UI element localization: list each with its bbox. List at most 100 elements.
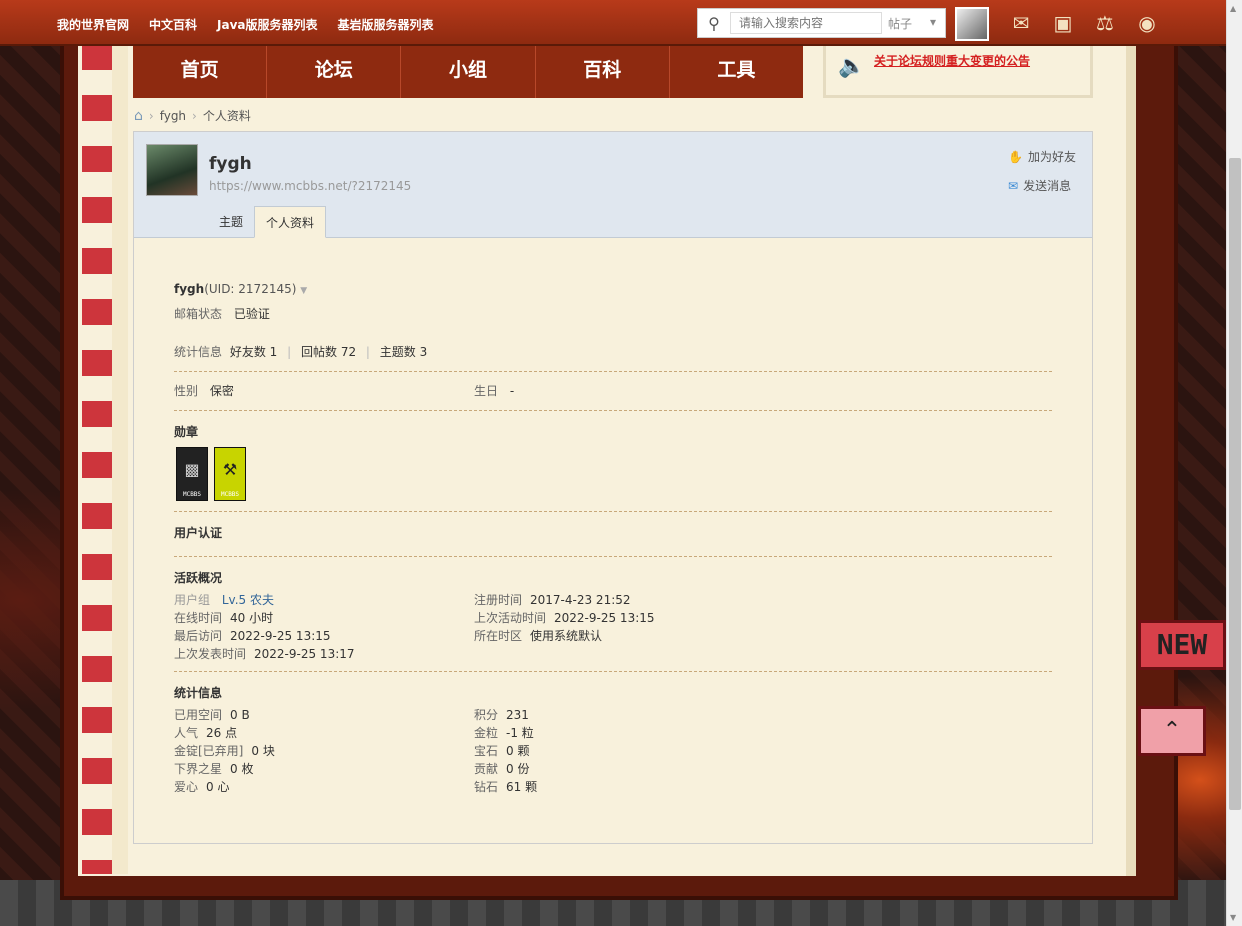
stat-label: 金粒 xyxy=(474,726,499,740)
search-input[interactable] xyxy=(730,12,882,34)
profile-avatar[interactable] xyxy=(146,144,198,196)
search-icon[interactable]: ⚲ xyxy=(698,14,730,33)
stat-left: 已用空间 0 B 人气 26 点 金锭[已弃用] 0 块 下界之星 0 枚 爱心 0 心 xyxy=(174,706,474,796)
speaker-icon: 🔈 xyxy=(838,54,866,79)
activity-value: 40 小时 xyxy=(230,611,274,625)
potion-icon[interactable]: ⚖ xyxy=(1090,8,1120,38)
medal-badge[interactable]: ▩ MCBBS xyxy=(176,447,208,501)
stat-label: 宝石 xyxy=(474,744,499,758)
send-message-button[interactable]: ✉ 发送消息 xyxy=(1008,177,1071,194)
profile-header: fygh https://www.mcbbs.net/?2172145 ✋ 加为… xyxy=(134,132,1092,238)
stat-value: 61 颗 xyxy=(506,780,538,794)
gender-field: 性别 保密 xyxy=(174,382,474,400)
back-to-top-button[interactable]: ⌃ xyxy=(1138,706,1206,756)
scrollbar-thumb[interactable] xyxy=(1229,158,1241,810)
breadcrumb: ⌂ › fygh › 个人资料 xyxy=(134,107,251,124)
activity-value: 2022-9-25 13:17 xyxy=(254,647,355,661)
page-scrollbar[interactable]: ▲ ▼ xyxy=(1226,0,1242,926)
tab-threads[interactable]: 主题 xyxy=(208,206,254,238)
top-bar: 我的世界官网 中文百科 Java版服务器列表 基岩版服务器列表 ⚲ 帖子 ▾ ✉… xyxy=(0,0,1226,46)
friends-count[interactable]: 好友数 1 xyxy=(230,345,277,359)
activity-item: 上次发表时间 2022-9-25 13:17 xyxy=(174,645,474,663)
stat-label: 下界之星 xyxy=(174,762,223,776)
replies-count[interactable]: 回帖数 72 xyxy=(301,345,356,359)
send-message-label: 发送消息 xyxy=(1023,179,1072,193)
medal-label: MCBBS xyxy=(182,491,202,498)
medal-label: MCBBS xyxy=(220,491,240,498)
search-type-label: 帖子 xyxy=(888,16,913,31)
user-avatar[interactable] xyxy=(955,7,989,41)
palette-icon[interactable]: ◉ xyxy=(1132,8,1162,38)
stat-item: 人气 26 点 xyxy=(174,724,474,742)
toplink-bedrock-servers[interactable]: 基岩版服务器列表 xyxy=(338,16,434,33)
activity-item: 注册时间 2017-4-23 21:52 xyxy=(474,591,774,609)
stat-item: 爱心 0 心 xyxy=(174,778,474,796)
stat-label: 已用空间 xyxy=(174,708,223,722)
activity-label: 最后访问 xyxy=(174,629,223,643)
stat-value: 0 B xyxy=(230,708,250,722)
verify-title: 用户认证 xyxy=(174,526,223,540)
separator: | xyxy=(365,345,370,359)
toplink-wiki[interactable]: 中文百科 xyxy=(149,16,197,33)
toplink-java-servers[interactable]: Java版服务器列表 xyxy=(217,16,317,33)
stat-item: 贡献 0 份 xyxy=(474,760,774,778)
stat-value: 0 块 xyxy=(251,744,275,758)
uid-name: fygh xyxy=(174,282,205,296)
toplink-official[interactable]: 我的世界官网 xyxy=(57,16,129,33)
scroll-up-icon[interactable]: ▲ xyxy=(1230,4,1236,13)
search-type-select[interactable]: 帖子 ▾ xyxy=(882,15,942,32)
home-icon[interactable]: ⌂ xyxy=(134,108,143,124)
nav-tools[interactable]: 工具 xyxy=(670,46,803,98)
activity-label: 所在时区 xyxy=(474,629,523,643)
stat-value: -1 粒 xyxy=(506,726,534,740)
activity-label: 上次活动时间 xyxy=(474,611,547,625)
threads-count[interactable]: 主题数 3 xyxy=(380,345,427,359)
stats-row: 统计信息 好友数 1 | 回帖数 72 | 主题数 3 xyxy=(174,343,1052,361)
breadcrumb-separator: › xyxy=(148,108,154,123)
divider xyxy=(174,410,1052,411)
stat-value: 0 枚 xyxy=(230,762,254,776)
chevron-down-icon: ▾ xyxy=(929,14,936,29)
email-label: 邮箱状态 xyxy=(174,307,223,321)
nav-groups[interactable]: 小组 xyxy=(401,46,536,98)
nav-wiki[interactable]: 百科 xyxy=(536,46,670,98)
stat-value: 0 心 xyxy=(206,780,230,794)
stat-value: 26 点 xyxy=(206,726,238,740)
breadcrumb-user[interactable]: fygh xyxy=(160,109,186,123)
usergroup-link[interactable]: Lv.5 农夫 xyxy=(222,593,274,607)
stats-label: 统计信息 xyxy=(174,345,223,359)
scroll-down-icon[interactable]: ▼ xyxy=(1230,913,1236,922)
breadcrumb-current: 个人资料 xyxy=(202,109,251,123)
activity-value: 2022-9-25 13:15 xyxy=(230,629,331,643)
handshake-icon: ✋ xyxy=(1008,149,1023,164)
activity-left: 在线时间 40 小时 最后访问 2022-9-25 13:15 上次发表时间 2022… xyxy=(174,609,474,663)
stat-item: 宝石 0 颗 xyxy=(474,742,774,760)
stat-item: 积分 231 xyxy=(474,706,774,724)
birthday-value: - xyxy=(509,384,515,398)
activity-item: 在线时间 40 小时 xyxy=(174,609,474,627)
caret-down-icon[interactable]: ▼ xyxy=(300,286,307,296)
stat-value: 0 颗 xyxy=(506,744,530,758)
gender-label: 性别 xyxy=(174,384,199,398)
medal-badge[interactable]: ⚒ MCBBS xyxy=(214,447,246,501)
book-binding-edge xyxy=(112,44,128,874)
medals-list: ▩ MCBBS ⚒ MCBBS xyxy=(176,447,1052,501)
profile-url[interactable]: https://www.mcbbs.net/?2172145 xyxy=(209,179,411,193)
profile-card: fygh https://www.mcbbs.net/?2172145 ✋ 加为… xyxy=(133,131,1093,844)
activity-item: 上次活动时间 2022-9-25 13:15 xyxy=(474,609,774,627)
divider xyxy=(174,671,1052,672)
message-icon[interactable]: ✉ xyxy=(1006,8,1036,38)
nav-forum[interactable]: 论坛 xyxy=(267,46,402,98)
profile-actions: ✋ 加为好友 ✉ 发送消息 xyxy=(1008,148,1076,194)
stat-item: 下界之星 0 枚 xyxy=(174,760,474,778)
nav-home[interactable]: 首页 xyxy=(133,46,268,98)
medals-title: 勋章 xyxy=(174,425,199,439)
activity-value: 使用系统默认 xyxy=(530,629,603,643)
add-friend-button[interactable]: ✋ 加为好友 xyxy=(1008,148,1076,165)
pickaxe-icon: ⚒ xyxy=(222,460,238,479)
activity-value: 2022-9-25 13:15 xyxy=(554,611,655,625)
tab-profile[interactable]: 个人资料 xyxy=(254,206,327,238)
new-posts-button[interactable]: NEW xyxy=(1138,620,1226,670)
announcement-link[interactable]: 关于论坛规则重大变更的公告 xyxy=(874,52,1030,69)
block-icon[interactable]: ▣ xyxy=(1048,8,1078,38)
